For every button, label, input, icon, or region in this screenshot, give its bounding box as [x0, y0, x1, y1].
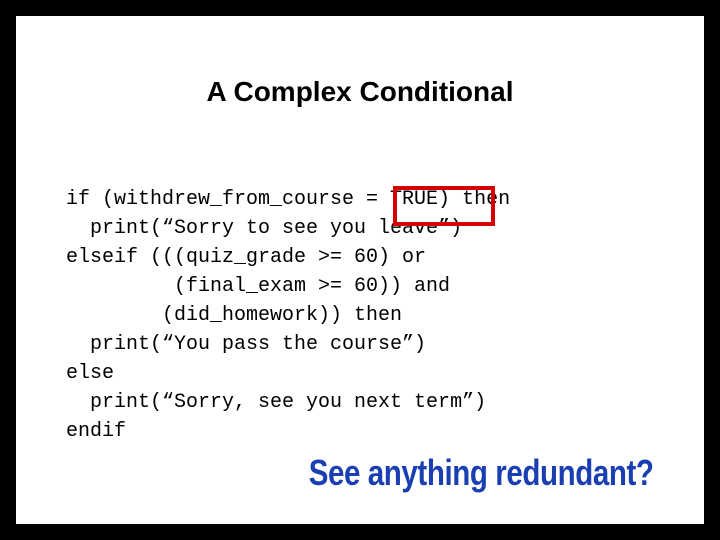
callout-text: See anything redundant?: [309, 452, 654, 494]
code-line: elseif (((quiz_grade >= 60) or: [66, 246, 426, 269]
code-block: if (withdrew_from_course = TRUE) then pr…: [66, 156, 654, 475]
code-line: print(“You pass the course”): [66, 333, 426, 356]
code-line: (did_homework)) then: [66, 304, 402, 327]
slide-title: A Complex Conditional: [66, 76, 654, 108]
code-line: endif: [66, 420, 126, 443]
code-line: print(“Sorry to see you leave”): [66, 217, 462, 240]
slide: A Complex Conditional if (withdrew_from_…: [13, 13, 707, 527]
code-line: if (withdrew_from_course = TRUE) then: [66, 188, 510, 211]
code-line: print(“Sorry, see you next term”): [66, 391, 486, 414]
code-line: (final_exam >= 60)) and: [66, 275, 450, 298]
code-line: else: [66, 362, 114, 385]
